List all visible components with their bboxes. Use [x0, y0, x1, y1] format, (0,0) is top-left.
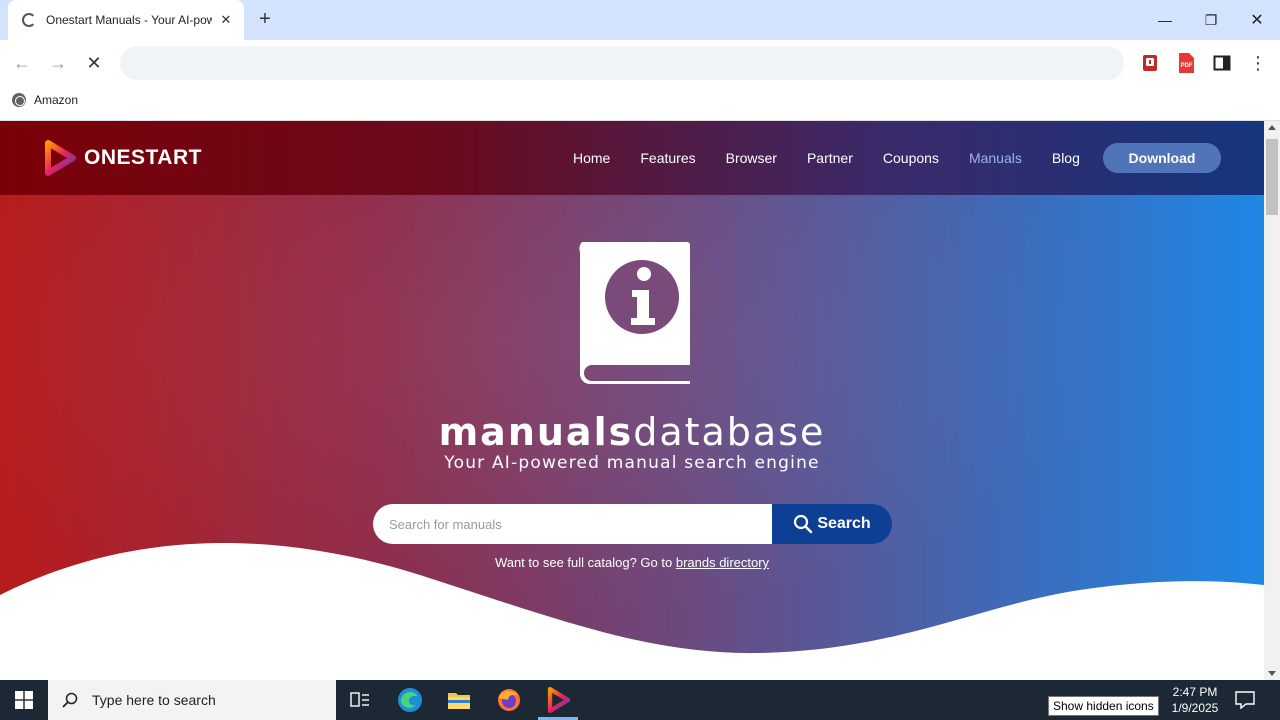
- scrollbar-thumb[interactable]: [1266, 139, 1278, 215]
- pdf-extension-icon[interactable]: PDF: [1176, 53, 1196, 73]
- anyrun-watermark: ANY RUN: [1038, 610, 1267, 664]
- nav-coupons[interactable]: Coupons: [883, 150, 939, 166]
- tab-strip: Onestart Manuals - Your AI-pow ✕ + — ❐ ✕: [0, 0, 1280, 40]
- nav-partner[interactable]: Partner: [807, 150, 853, 166]
- browser-tab-onestart-manuals[interactable]: Onestart Manuals - Your AI-pow ✕: [8, 0, 244, 40]
- nav-blog[interactable]: Blog: [1052, 150, 1080, 166]
- bookmarks-bar: Amazon: [0, 86, 1280, 121]
- loading-spinner-icon: [22, 13, 36, 27]
- globe-icon: [12, 93, 26, 107]
- page-scrollbar[interactable]: [1264, 121, 1280, 680]
- task-view-button[interactable]: [336, 680, 384, 720]
- onestart-logo[interactable]: ONESTART: [42, 140, 202, 176]
- manuals-database-title: manualsdatabase: [438, 410, 826, 454]
- search-icon: [794, 514, 813, 534]
- search-icon: [62, 692, 78, 708]
- tab-close-icon[interactable]: ✕: [218, 12, 234, 28]
- download-button[interactable]: Download: [1103, 143, 1221, 173]
- bookmark-label: Amazon: [34, 93, 79, 107]
- side-panel-icon[interactable]: [1212, 53, 1232, 73]
- file-explorer-taskbar-icon[interactable]: [435, 680, 483, 720]
- onestart-logo-icon: [42, 140, 76, 176]
- clock-time: 2:47 PM: [1172, 685, 1218, 699]
- nav-home[interactable]: Home: [573, 150, 610, 166]
- taskbar-search-placeholder: Type here to search: [92, 692, 216, 708]
- taskbar-search-box[interactable]: Type here to search: [48, 680, 336, 720]
- scroll-down-icon[interactable]: [1268, 671, 1276, 676]
- main-nav: Home Features Browser Partner Coupons Ma…: [573, 121, 1110, 195]
- page-viewport: ONESTART Home Features Browser Partner C…: [0, 121, 1264, 680]
- bookmark-amazon[interactable]: Amazon: [12, 93, 78, 107]
- forward-button[interactable]: →: [46, 51, 70, 75]
- notifications-icon[interactable]: [1234, 690, 1256, 710]
- clock-date: 1/9/2025: [1171, 701, 1219, 715]
- search-button-label: Search: [817, 515, 871, 532]
- scroll-up-icon[interactable]: [1268, 125, 1276, 130]
- nav-manuals[interactable]: Manuals: [969, 150, 1022, 166]
- address-bar[interactable]: [120, 46, 1124, 80]
- restore-button[interactable]: ❐: [1188, 0, 1234, 40]
- hero-section: manualsdatabase Your AI-powered manual s…: [0, 195, 1264, 680]
- start-button[interactable]: [0, 680, 48, 720]
- nav-features[interactable]: Features: [640, 150, 695, 166]
- new-tab-button[interactable]: +: [254, 9, 276, 31]
- task-view-icon: [350, 692, 369, 707]
- svg-text:PDF: PDF: [1181, 63, 1193, 69]
- site-header: ONESTART Home Features Browser Partner C…: [0, 121, 1264, 195]
- firefox-taskbar-icon[interactable]: [485, 680, 533, 720]
- nav-browser[interactable]: Browser: [726, 150, 777, 166]
- edge-taskbar-icon[interactable]: [386, 680, 434, 720]
- show-hidden-icons-tooltip: Show hidden icons: [1048, 696, 1159, 716]
- system-clock[interactable]: 2:47 PM 1/9/2025: [1164, 684, 1226, 716]
- onestart-taskbar-icon[interactable]: [534, 680, 582, 720]
- minimize-button[interactable]: —: [1142, 0, 1188, 40]
- back-button[interactable]: ←: [10, 51, 34, 75]
- browser-toolbar: ← → ✕ PDF ⋮: [0, 40, 1280, 86]
- browser-menu-icon[interactable]: ⋮: [1248, 53, 1268, 73]
- window-close-button[interactable]: ✕: [1234, 0, 1280, 40]
- brand-name: ONESTART: [84, 146, 202, 169]
- hero-tagline: Your AI-powered manual search engine: [444, 453, 820, 473]
- windows-logo-icon: [15, 691, 33, 709]
- stop-loading-button[interactable]: ✕: [82, 51, 106, 75]
- bookmark-extension-icon[interactable]: [1140, 53, 1160, 73]
- manual-book-icon: [579, 242, 690, 384]
- tab-title: Onestart Manuals - Your AI-pow: [46, 13, 212, 27]
